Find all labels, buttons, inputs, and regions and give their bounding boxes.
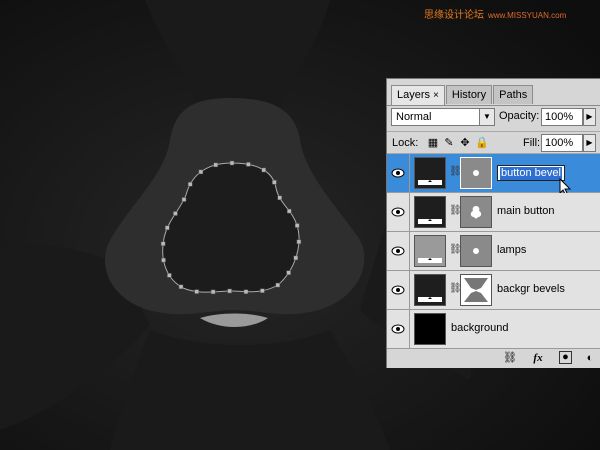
tab-paths[interactable]: Paths xyxy=(493,85,534,104)
layer-name: backgr bevels xyxy=(497,283,565,295)
fx-icon[interactable]: fx xyxy=(531,351,545,365)
anchor-point[interactable] xyxy=(293,255,299,261)
anchor-point[interactable] xyxy=(181,197,187,202)
vector-mask-thumbnail[interactable] xyxy=(460,157,492,189)
lock-transparency-icon[interactable]: ▦ xyxy=(427,137,439,149)
tab-history[interactable]: History xyxy=(445,85,493,104)
anchor-point[interactable] xyxy=(286,270,291,275)
vector-mask-thumbnail[interactable] xyxy=(460,196,492,228)
anchor-point[interactable] xyxy=(287,208,292,214)
layer-row-lamps[interactable]: ⛓ lamps xyxy=(387,232,600,271)
layer-thumbnail[interactable] xyxy=(414,235,446,267)
tab-paths-label: Paths xyxy=(499,89,528,101)
watermark-site: www.MISSYUAN.com xyxy=(488,11,567,20)
anchor-point[interactable] xyxy=(296,239,302,245)
link-icon[interactable]: ⛓ xyxy=(503,351,517,365)
anchor-point[interactable] xyxy=(198,169,204,175)
anchor-point[interactable] xyxy=(260,288,265,293)
anchor-point[interactable] xyxy=(243,289,249,294)
fill-slider-arrow-icon[interactable]: ▶ xyxy=(583,134,596,152)
anchor-point[interactable] xyxy=(261,167,267,173)
vector-mask-thumbnail[interactable] xyxy=(460,274,492,306)
anchor-point[interactable] xyxy=(275,282,281,288)
panel-tabs: Layers × History Paths xyxy=(391,85,534,105)
panel-footer: ⛓ fx ● ◐ xyxy=(387,347,600,369)
vector-mask-thumbnail[interactable] xyxy=(460,235,492,267)
opacity-label: Opacity: xyxy=(499,110,540,122)
anchor-point[interactable] xyxy=(210,289,216,295)
layer-thumbnail[interactable] xyxy=(414,157,446,189)
chevron-down-icon[interactable]: ▼ xyxy=(479,109,494,125)
tab-divider xyxy=(387,105,600,106)
tab-layers[interactable]: Layers × xyxy=(391,85,445,105)
eye-icon[interactable] xyxy=(387,310,410,348)
layer-row-button-bevel[interactable]: ⛓ button bevel xyxy=(387,154,600,197)
lock-pixels-icon[interactable]: ✎ xyxy=(443,137,455,149)
anchor-point[interactable] xyxy=(160,241,166,246)
anchor-point[interactable] xyxy=(272,179,277,185)
close-icon[interactable]: × xyxy=(433,90,439,101)
eye-icon[interactable] xyxy=(387,154,410,192)
fill-label: Fill: xyxy=(523,137,541,149)
anchor-point[interactable] xyxy=(194,289,199,294)
anchor-point[interactable] xyxy=(165,225,170,231)
lock-all-icon[interactable]: 🔒 xyxy=(475,137,489,149)
adjustment-icon[interactable]: ◐ xyxy=(583,351,597,365)
lock-position-icon[interactable]: ✥ xyxy=(459,137,471,149)
opacity-slider-arrow-icon[interactable]: ▶ xyxy=(583,108,596,126)
layer-name: main button xyxy=(497,205,555,217)
anchor-point[interactable] xyxy=(227,288,232,294)
anchor-point[interactable] xyxy=(167,273,172,278)
opacity-field[interactable]: 100% xyxy=(541,108,583,126)
link-icon[interactable]: ⛓ xyxy=(449,166,462,180)
layer-name: lamps xyxy=(497,244,527,256)
anchor-point[interactable] xyxy=(294,223,300,228)
layer-name: button bevel xyxy=(500,167,562,180)
watermark: 思缘设计论坛 www.MISSYUAN.com xyxy=(424,6,566,21)
layer-name-edit-field[interactable]: button bevel xyxy=(497,165,565,181)
tab-layers-label: Layers xyxy=(397,89,431,101)
link-icon[interactable]: ⛓ xyxy=(449,205,462,219)
layer-thumbnail[interactable] xyxy=(414,274,446,306)
blend-mode-select[interactable]: Normal ▼ xyxy=(391,108,495,126)
lock-label: Lock: xyxy=(392,137,419,149)
anchor-point[interactable] xyxy=(173,211,178,216)
anchor-point[interactable] xyxy=(161,257,166,263)
fill-field[interactable]: 100% xyxy=(541,134,583,152)
anchor-point[interactable] xyxy=(246,162,251,167)
layer-thumbnail[interactable] xyxy=(414,196,446,228)
anchor-point[interactable] xyxy=(187,181,193,187)
anchor-point[interactable] xyxy=(178,284,184,290)
eye-icon[interactable] xyxy=(387,193,410,231)
watermark-text: 思缘设计论坛 xyxy=(424,10,484,21)
anchor-point[interactable] xyxy=(277,195,282,201)
eye-icon[interactable] xyxy=(387,271,410,309)
layer-row-background[interactable]: background xyxy=(387,310,600,349)
link-icon[interactable]: ⛓ xyxy=(449,244,462,258)
tab-history-label: History xyxy=(451,89,487,101)
mask-icon[interactable]: ● xyxy=(559,351,572,364)
divider xyxy=(387,131,600,132)
eye-icon[interactable] xyxy=(387,232,410,270)
layer-name: background xyxy=(451,322,509,334)
layer-row-backgr-bevels[interactable]: ⛓ backgr bevels xyxy=(387,271,600,310)
layer-thumbnail[interactable] xyxy=(414,313,446,345)
link-icon[interactable]: ⛓ xyxy=(449,283,462,297)
layers-panel: Layers × History Paths Normal ▼ Opacity: … xyxy=(386,78,600,368)
layer-row-main-button[interactable]: ⛓ main button xyxy=(387,193,600,232)
anchor-point[interactable] xyxy=(213,162,218,168)
blend-mode-value: Normal xyxy=(396,111,432,123)
anchor-point[interactable] xyxy=(229,160,235,166)
